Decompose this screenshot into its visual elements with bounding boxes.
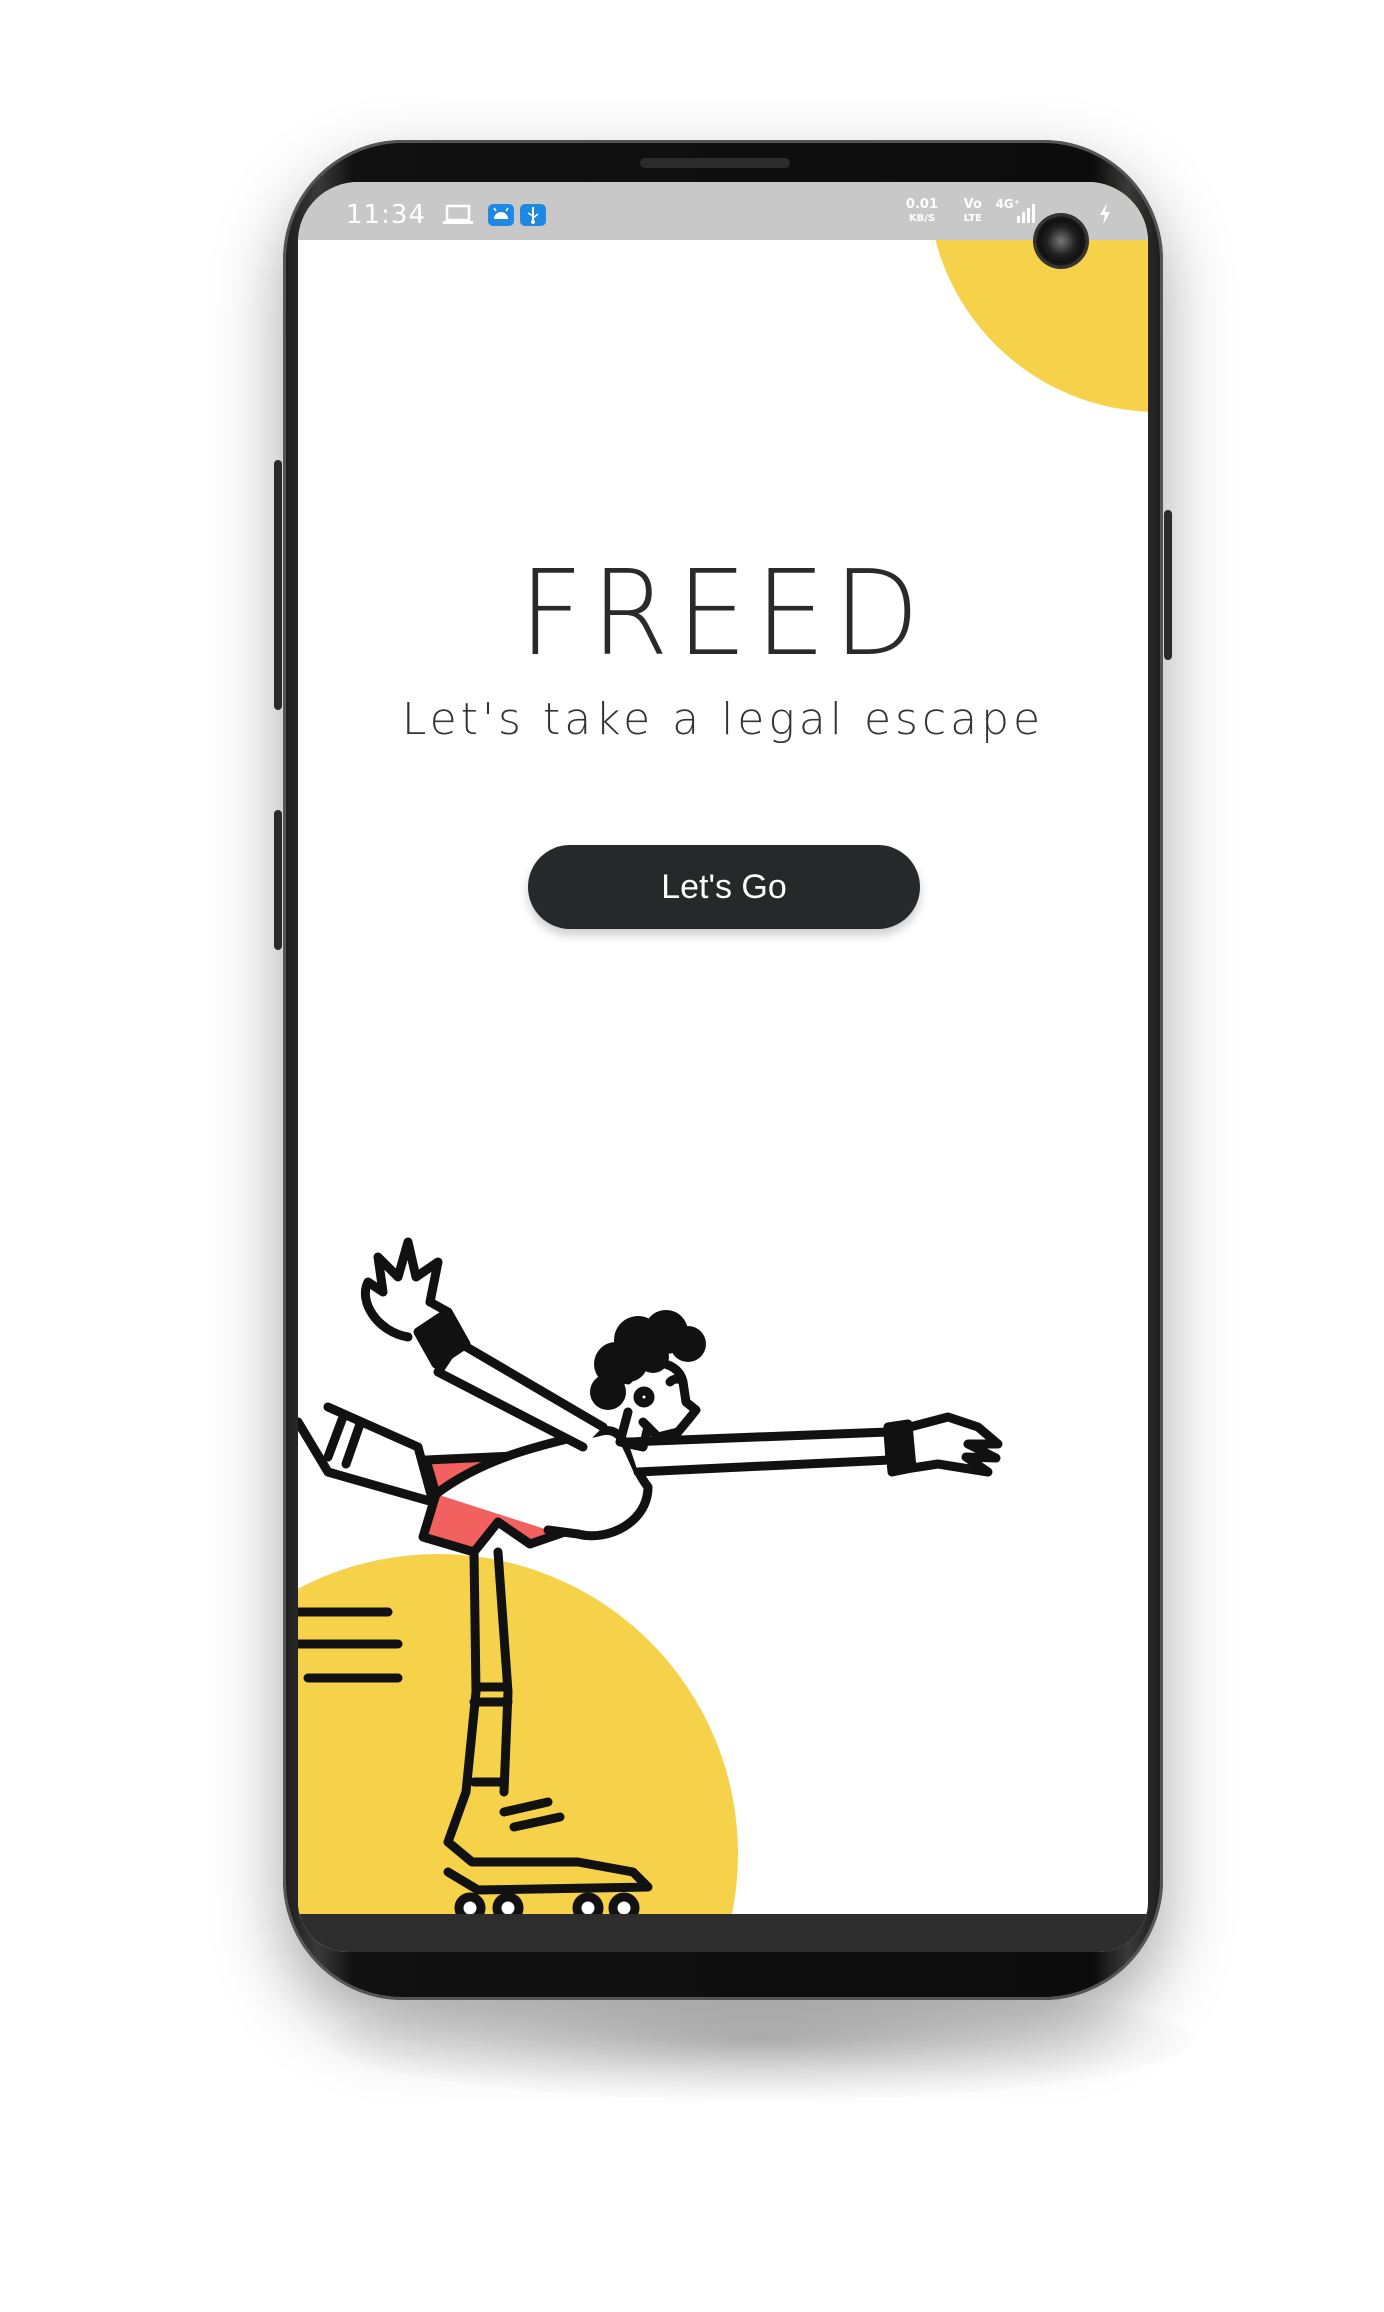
navigation-bar <box>298 1914 1148 1952</box>
volte-top: Vo <box>963 197 982 212</box>
roller-skater-illustration <box>298 1237 1003 1924</box>
bixby-button <box>274 810 282 950</box>
app-tagline: Let's take a legal escape <box>401 694 1045 745</box>
phone-screen: 11:34 0.01 KB/S Vo LTE 4G⁺ FREED Let's t… <box>298 182 1148 1952</box>
power-button <box>1164 510 1172 660</box>
status-time: 11:34 <box>346 200 426 230</box>
android-icon <box>488 204 514 226</box>
front-camera <box>1036 216 1086 266</box>
lets-go-button[interactable]: Let's Go <box>528 845 920 929</box>
battery-charging-icon <box>1098 202 1112 230</box>
status-bar: 11:34 0.01 KB/S Vo LTE 4G⁺ <box>298 182 1148 240</box>
earpiece-speaker <box>640 158 790 168</box>
volte-bottom: LTE <box>963 213 982 224</box>
volume-button <box>274 460 282 710</box>
network-speed-unit: KB/S <box>908 213 936 224</box>
network-speed: 0.01 KB/S <box>906 198 938 225</box>
network-speed-value: 0.01 <box>905 197 938 212</box>
volte-indicator: Vo LTE <box>964 198 982 225</box>
usb-icon <box>520 204 546 226</box>
laptop-icon <box>443 204 473 230</box>
signal-icon <box>1016 202 1036 228</box>
app-title: FREED <box>518 544 928 682</box>
